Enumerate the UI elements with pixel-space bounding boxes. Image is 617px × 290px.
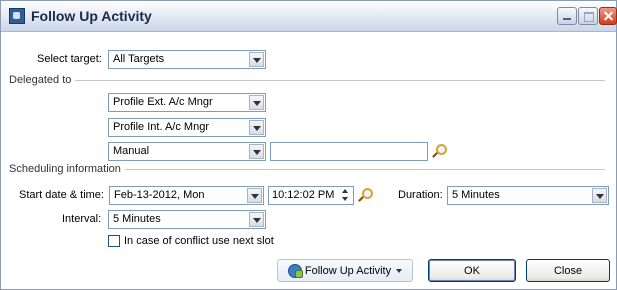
section-divider bbox=[124, 168, 605, 170]
chevron-down-icon[interactable] bbox=[592, 188, 607, 203]
delegated-to-section: Delegated to bbox=[9, 74, 605, 86]
start-date-value: Feb-13-2012, Mon bbox=[114, 189, 205, 201]
duration-combo[interactable]: 5 Minutes bbox=[447, 186, 609, 205]
duration-label: Duration: bbox=[398, 189, 443, 201]
delegate-int-value: Profile Int. A/c Mngr bbox=[113, 121, 209, 133]
start-date-time-label: Start date & time: bbox=[19, 189, 104, 201]
section-divider bbox=[75, 79, 605, 81]
delegate-combo-int[interactable]: Profile Int. A/c Mngr bbox=[108, 118, 266, 137]
time-spinner[interactable] bbox=[339, 188, 352, 203]
delegate-combo-ext[interactable]: Profile Ext. A/c Mngr bbox=[108, 93, 266, 112]
follow-up-activity-label: Follow Up Activity bbox=[304, 264, 392, 277]
delegate-combo-manual[interactable]: Manual bbox=[108, 142, 266, 161]
follow-up-icon bbox=[287, 263, 303, 278]
start-date-combo[interactable]: Feb-13-2012, Mon bbox=[109, 186, 264, 205]
select-target-combo[interactable]: All Targets bbox=[108, 50, 266, 69]
minimize-button[interactable] bbox=[557, 7, 577, 25]
conflict-next-slot-label[interactable]: In case of conflict use next slot bbox=[124, 235, 274, 247]
scheduling-section: Scheduling information bbox=[9, 163, 605, 175]
chevron-down-icon[interactable] bbox=[249, 52, 264, 67]
interval-label: Interval: bbox=[62, 213, 102, 225]
select-target-value: All Targets bbox=[113, 53, 165, 65]
manual-delegate-input[interactable] bbox=[270, 142, 428, 161]
delegated-to-heading: Delegated to bbox=[9, 74, 72, 86]
duration-value: 5 Minutes bbox=[452, 189, 500, 201]
select-target-label: Select target: bbox=[37, 53, 102, 65]
conflict-next-slot-checkbox[interactable] bbox=[108, 235, 120, 247]
chevron-down-icon[interactable] bbox=[247, 188, 262, 203]
chevron-down-icon[interactable] bbox=[249, 120, 264, 135]
start-time-value: 10:12:02 PM bbox=[272, 189, 335, 201]
chevron-down-icon bbox=[396, 268, 403, 273]
window-title: Follow Up Activity bbox=[31, 8, 152, 24]
interval-value: 5 Minutes bbox=[113, 213, 161, 225]
app-icon bbox=[9, 8, 25, 24]
follow-up-activity-dialog: Follow Up Activity Select target: All Ta… bbox=[0, 0, 617, 290]
chevron-down-icon[interactable] bbox=[249, 144, 264, 159]
delegate-ext-value: Profile Ext. A/c Mngr bbox=[113, 96, 213, 108]
close-window-button[interactable] bbox=[599, 7, 617, 25]
title-bar[interactable]: Follow Up Activity bbox=[1, 1, 617, 32]
delegate-manual-value: Manual bbox=[113, 145, 150, 157]
chevron-down-icon[interactable] bbox=[249, 212, 264, 227]
search-icon[interactable] bbox=[432, 144, 447, 158]
maximize-button[interactable] bbox=[578, 7, 598, 25]
spin-down-icon[interactable] bbox=[339, 196, 352, 203]
chevron-down-icon[interactable] bbox=[249, 95, 264, 110]
search-icon[interactable] bbox=[358, 188, 373, 202]
start-time-input[interactable]: 10:12:02 PM bbox=[268, 186, 354, 205]
ok-button[interactable]: OK bbox=[428, 259, 516, 282]
close-button[interactable]: Close bbox=[526, 259, 610, 282]
spin-up-icon[interactable] bbox=[339, 188, 352, 195]
interval-combo[interactable]: 5 Minutes bbox=[108, 210, 266, 229]
scheduling-heading: Scheduling information bbox=[9, 163, 121, 175]
follow-up-activity-button[interactable]: Follow Up Activity bbox=[277, 259, 413, 282]
